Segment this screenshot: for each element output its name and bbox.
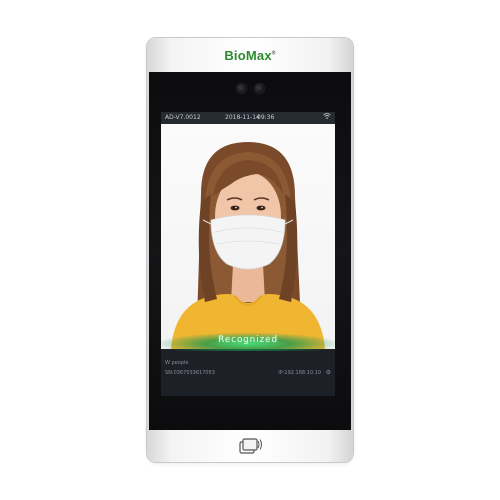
status-bar: AD-V7.0012 2018-11-14 09:36 <box>161 112 335 124</box>
status-time: 09:36 <box>257 114 275 121</box>
person-photo <box>171 142 325 349</box>
camera-feed <box>161 124 335 349</box>
brand-logo: BioMax® <box>224 48 275 63</box>
person-count: W people <box>165 360 189 366</box>
recognized-status: Recognized <box>218 335 278 345</box>
brand-name: BioMax <box>224 47 272 63</box>
device-top-cap: BioMax® <box>147 38 353 72</box>
brand-registered-mark: ® <box>271 50 276 57</box>
product-image: BioMax® AD-V7.0012 2018-11-14 09:36 Reco… <box>0 0 500 500</box>
status-date: 2018-11-14 <box>225 114 260 121</box>
gear-icon[interactable]: ⚙ <box>326 369 331 376</box>
face-recognition-terminal: BioMax® AD-V7.0012 2018-11-14 09:36 Reco… <box>147 38 353 462</box>
device-screen: AD-V7.0012 2018-11-14 09:36 Recognized W… <box>161 112 335 396</box>
nfc-card-icon <box>239 437 263 460</box>
serial-number: SN:0367033617053 <box>165 370 215 376</box>
device-bottom-cap <box>147 430 353 462</box>
camera-lens-left <box>237 84 246 93</box>
ip-address: IP:192.168.10.10 <box>278 370 321 376</box>
camera-lens-right <box>255 84 264 93</box>
firmware-version: AD-V7.0012 <box>165 114 201 121</box>
